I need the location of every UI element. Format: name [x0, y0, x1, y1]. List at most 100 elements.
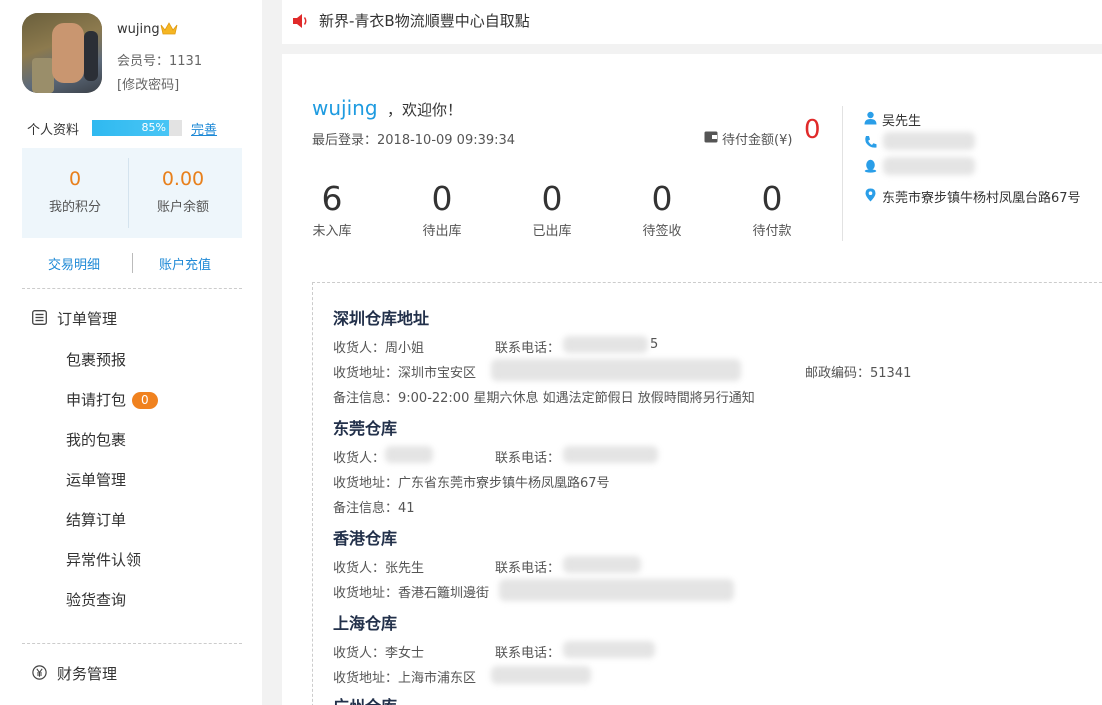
- counter-value: 0: [651, 179, 673, 218]
- pending-amount-label: 待付金额(¥): [722, 133, 793, 148]
- menu-item-my-packages[interactable]: 我的包裹: [66, 429, 126, 450]
- counter-label: 待出库: [422, 224, 462, 239]
- shenzhen-postcode: 邮政编码：51341: [805, 366, 912, 381]
- qq-icon: [864, 159, 877, 173]
- counter-value: 0: [761, 179, 783, 218]
- balance-value: 0.00: [161, 168, 205, 190]
- shanghai-address: 收货地址：上海市浦东区: [333, 671, 477, 686]
- warehouse-address-box: 深圳仓库地址 收货人：周小姐 联系电话： 5 收货地址：深圳市宝安区 邮政编码：…: [312, 282, 1102, 705]
- redacted-name: [385, 446, 433, 463]
- menu-item-label: 申请打包: [66, 391, 127, 409]
- yen-icon: [32, 665, 47, 680]
- profile-label: 个人资料: [27, 123, 80, 138]
- points-value: 0: [68, 168, 82, 190]
- redacted-phone: [563, 446, 658, 463]
- wallet-icon: [704, 131, 718, 143]
- counter-shipped[interactable]: 0 已出库: [517, 179, 587, 239]
- counter-awaiting-outbound[interactable]: 0 待出库: [407, 179, 477, 239]
- warehouse-title-shanghai: 上海仓库: [333, 614, 398, 633]
- menu-item-settle-orders[interactable]: 结算订单: [66, 509, 126, 530]
- profile-progress-bar: 85%: [92, 120, 182, 136]
- location-pin-icon: [865, 188, 876, 202]
- counter-label: 未入库: [312, 224, 352, 239]
- profile-progress-text: 85%: [141, 121, 166, 134]
- menu-item-waybills[interactable]: 运单管理: [66, 469, 126, 490]
- shenzhen-receiver: 收货人：周小姐: [333, 341, 425, 356]
- menu-item-exception-claim[interactable]: 异常件认领: [66, 549, 141, 570]
- complete-profile-link[interactable]: 完善: [191, 119, 217, 138]
- redacted-address: [499, 579, 734, 601]
- counter-awaiting-signature[interactable]: 0 待签收: [627, 179, 697, 239]
- shenzhen-phone-label: 联系电话：: [495, 341, 561, 356]
- points-label: 我的积分: [48, 200, 101, 215]
- counter-not-stored[interactable]: 6 未入库: [297, 179, 367, 239]
- last-login: 最后登录：2018-10-09 09:39:34: [312, 133, 516, 148]
- hongkong-address: 收货地址：香港石籬圳邊街: [333, 586, 490, 601]
- redacted-qq: [883, 157, 975, 175]
- vertical-divider: [842, 106, 843, 241]
- hongkong-receiver: 收货人：张先生: [333, 561, 425, 576]
- contact-address-text: 东莞市寮步镇牛杨村凤凰台路67号: [882, 191, 1081, 206]
- warehouse-title-hongkong: 香港仓库: [333, 529, 398, 548]
- welcome-greeting: ，欢迎你！: [387, 101, 463, 119]
- warehouse-title-shenzhen: 深圳仓库地址: [333, 309, 430, 328]
- counter-label: 已出库: [532, 224, 572, 239]
- member-number: 会员号：1131: [117, 54, 203, 69]
- balance-label: 账户余额: [156, 200, 209, 215]
- transactions-link[interactable]: 交易明细: [48, 254, 100, 273]
- main-panel: wujing ，欢迎你！ 最后登录：2018-10-09 09:39:34 待付…: [282, 54, 1102, 705]
- counter-label: 待付款: [752, 224, 792, 239]
- notice-bar: 新界-青衣B物流順豐中心自取點: [282, 0, 1102, 44]
- redacted-address: [491, 359, 741, 381]
- shanghai-receiver: 收货人：李女士: [333, 646, 425, 661]
- phone-icon: [865, 136, 877, 148]
- shanghai-phone-label: 联系电话：: [495, 646, 561, 661]
- counter-value: 0: [541, 179, 563, 218]
- dongguan-note: 备注信息：41: [333, 501, 415, 516]
- menu-item-inspection[interactable]: 验货查询: [66, 589, 126, 610]
- redacted-phone: [563, 641, 655, 658]
- counter-label: 待签收: [642, 224, 682, 239]
- counter-value: 0: [431, 179, 453, 218]
- pending-amount-value: 0: [804, 115, 821, 145]
- counter-awaiting-payment[interactable]: 0 待付款: [737, 179, 807, 239]
- warehouse-title-dongguan: 东莞仓库: [333, 419, 398, 438]
- hongkong-phone-label: 联系电话：: [495, 561, 561, 576]
- sidebar: wujing 会员号：1131 [修改密码] 个人资料 85% 完善 0 我的积…: [0, 0, 262, 705]
- stats-divider: [128, 158, 129, 228]
- points-stat[interactable]: 0 我的积分: [22, 168, 128, 215]
- stats-box: 0 我的积分 0.00 账户余额: [22, 148, 242, 238]
- crown-icon: [160, 22, 178, 35]
- links-divider: [132, 253, 133, 273]
- warehouse-title-guangzhou: 广州仓库: [333, 693, 397, 705]
- menu-orders-title: 订单管理: [57, 310, 118, 328]
- menu-item-apply-packing[interactable]: 申请打包 0: [66, 389, 158, 410]
- divider: [22, 288, 242, 289]
- menu-item-package-forecast[interactable]: 包裹预报: [66, 349, 126, 370]
- shenzhen-address: 收货地址：深圳市宝安区: [333, 366, 477, 381]
- welcome-username: wujing: [312, 96, 378, 120]
- notice-text[interactable]: 新界-青衣B物流順豐中心自取點: [319, 10, 530, 31]
- menu-finance-title: 财务管理: [57, 665, 118, 683]
- balance-stat[interactable]: 0.00 账户余额: [130, 168, 236, 215]
- pack-count-badge: 0: [132, 392, 158, 409]
- person-icon: [864, 111, 877, 125]
- change-password-link[interactable]: [修改密码]: [117, 74, 179, 93]
- shenzhen-note: 备注信息：9:00-22:00 星期六休息 如遇法定節假日 放假時間將另行通知: [333, 391, 755, 406]
- shenzhen-phone-tail: 5: [650, 337, 659, 352]
- dongguan-receiver: 收货人：: [333, 451, 386, 466]
- dongguan-address: 收货地址：广东省东莞市寮步镇牛杨凤凰路67号: [333, 476, 610, 491]
- redacted-phone: [563, 336, 648, 353]
- avatar[interactable]: [22, 13, 102, 93]
- divider: [22, 643, 242, 644]
- recharge-link[interactable]: 账户充值: [159, 254, 211, 273]
- dongguan-phone-label: 联系电话：: [495, 451, 561, 466]
- contact-name-text: 吴先生: [882, 114, 922, 129]
- redacted-phone: [563, 556, 641, 573]
- list-icon: [32, 310, 47, 325]
- counter-value: 6: [321, 179, 343, 218]
- redacted-address: [491, 666, 591, 684]
- username: wujing: [117, 22, 160, 37]
- speaker-icon: [293, 14, 307, 28]
- redacted-phone: [883, 132, 975, 150]
